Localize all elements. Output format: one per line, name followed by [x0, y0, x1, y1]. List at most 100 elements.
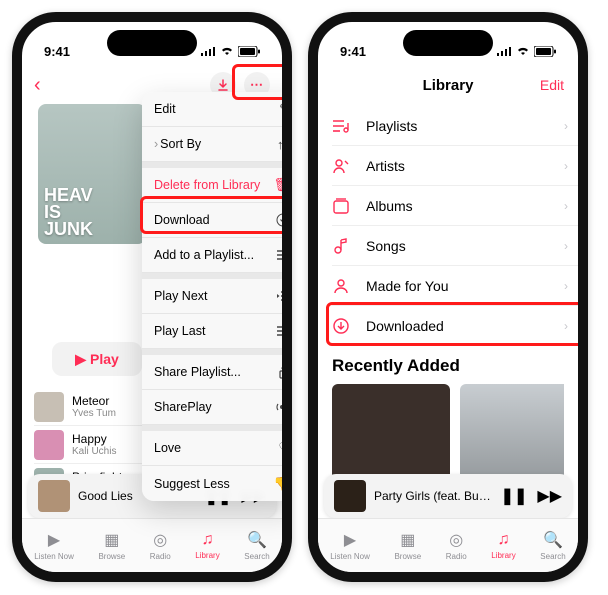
wifi-icon: [516, 46, 530, 56]
chevron-right-icon: ›: [564, 119, 568, 133]
play-next-icon: [276, 290, 290, 302]
tab-radio[interactable]: ◎Radio: [150, 530, 171, 561]
now-playing-title: Party Girls (feat. Buju Banto...: [374, 489, 493, 503]
library-icon: ♫: [201, 531, 213, 549]
menu-love[interactable]: Love ♡: [142, 431, 292, 466]
library-label: Artists: [366, 158, 550, 174]
now-playing-thumb: [38, 480, 70, 512]
menu-share-playlist[interactable]: Share Playlist...: [142, 355, 292, 390]
library-list: Playlists › Artists › Albums ›: [318, 104, 578, 346]
library-row-albums[interactable]: Albums ›: [332, 186, 578, 226]
tab-library[interactable]: ♫Library: [491, 531, 515, 560]
sort-icon: ↑↓: [277, 137, 290, 152]
menu-label: Love: [154, 441, 181, 455]
menu-label: Edit: [154, 102, 176, 116]
page-title: Library: [423, 77, 474, 94]
song-icon: [332, 237, 352, 255]
shareplay-icon: [274, 401, 290, 413]
status-time: 9:41: [340, 44, 366, 59]
signal-icon: [201, 46, 216, 56]
play-icon: ▶: [75, 351, 86, 368]
menu-play-last[interactable]: Play Last: [142, 314, 292, 349]
chevron-right-icon: ›: [564, 199, 568, 213]
share-icon: [278, 365, 290, 379]
tab-library[interactable]: ♫Library: [195, 531, 219, 560]
library-label: Albums: [366, 198, 550, 214]
menu-add-playlist[interactable]: Add to a Playlist...: [142, 238, 292, 273]
heart-icon: ♡: [278, 440, 290, 456]
tab-search[interactable]: 🔍Search: [540, 530, 565, 561]
library-row-made-for-you[interactable]: Made for You ›: [332, 266, 578, 306]
album-artwork[interactable]: HEAV IS JUNK: [38, 104, 146, 244]
menu-label: SharePlay: [154, 400, 212, 414]
menu-label: Sort By: [160, 137, 201, 151]
tab-listen-now[interactable]: ▶Listen Now: [330, 530, 370, 561]
menu-label: Play Last: [154, 324, 205, 338]
menu-download[interactable]: Download: [142, 203, 292, 238]
song-thumb: [34, 430, 64, 460]
chevron-right-icon: ›: [564, 319, 568, 333]
menu-suggest-less[interactable]: Suggest Less 👎: [142, 466, 292, 501]
back-chevron-icon[interactable]: ‹: [34, 74, 41, 97]
battery-icon: [238, 46, 260, 57]
status-time: 9:41: [44, 44, 70, 59]
playlist-icon: [332, 118, 352, 134]
song-thumb: [34, 392, 64, 422]
now-playing-thumb: [334, 480, 366, 512]
trash-icon: 🗑: [273, 177, 290, 193]
radio-icon: ◎: [449, 530, 463, 550]
pencil-icon: ✎: [279, 101, 290, 117]
tab-browse[interactable]: ▦Browse: [98, 530, 125, 561]
now-playing-bar[interactable]: Party Girls (feat. Buju Banto... ❚❚ ▶▶: [324, 474, 572, 518]
phone-right: 9:41 Library Edit Playlists ›: [308, 12, 588, 582]
tab-bar: ▶Listen Now ▦Browse ◎Radio ♫Library 🔍Sea…: [318, 518, 578, 572]
library-row-artists[interactable]: Artists ›: [332, 146, 578, 186]
dynamic-island: [107, 30, 197, 56]
edit-button[interactable]: Edit: [540, 77, 564, 93]
download-circle-icon: [276, 213, 290, 227]
grid-icon: ▦: [400, 530, 415, 550]
dynamic-island: [403, 30, 493, 56]
signal-icon: [497, 46, 512, 56]
library-row-downloaded[interactable]: Downloaded ›: [332, 306, 578, 346]
artist-icon: [332, 157, 352, 175]
library-row-songs[interactable]: Songs ›: [332, 226, 578, 266]
downloaded-icon: [332, 317, 352, 335]
battery-icon: [534, 46, 556, 57]
tab-browse[interactable]: ▦Browse: [394, 530, 421, 561]
play-last-icon: [276, 325, 290, 337]
play-button[interactable]: ▶ Play: [52, 342, 142, 376]
play-circle-icon: ▶: [344, 530, 356, 550]
menu-play-next[interactable]: Play Next: [142, 279, 292, 314]
tab-radio[interactable]: ◎Radio: [446, 530, 467, 561]
library-label: Songs: [366, 238, 550, 254]
library-label: Made for You: [366, 278, 550, 294]
chevron-right-icon: ›: [564, 279, 568, 293]
pause-icon[interactable]: ❚❚: [501, 486, 528, 506]
playlist-add-icon: [276, 249, 290, 261]
phone-left: 9:41 ‹ ⋯: [12, 12, 292, 582]
library-label: Playlists: [366, 118, 550, 134]
menu-label: Download: [154, 213, 210, 227]
person-icon: [332, 277, 352, 295]
menu-shareplay[interactable]: SharePlay: [142, 390, 292, 425]
library-header: Library Edit: [318, 66, 578, 104]
play-label: Play: [90, 351, 119, 367]
album-icon: [332, 197, 352, 215]
library-label: Downloaded: [366, 318, 550, 334]
radio-icon: ◎: [153, 530, 167, 550]
tab-listen-now[interactable]: ▶Listen Now: [34, 530, 74, 561]
wifi-icon: [220, 46, 234, 56]
menu-edit[interactable]: Edit ✎: [142, 92, 292, 127]
menu-delete[interactable]: Delete from Library 🗑: [142, 168, 292, 203]
forward-icon[interactable]: ▶▶: [537, 486, 562, 506]
menu-sort-by[interactable]: ›Sort By ↑↓: [142, 127, 292, 162]
context-menu: Edit ✎ ›Sort By ↑↓ Delete from Library 🗑…: [142, 92, 292, 501]
library-row-playlists[interactable]: Playlists ›: [332, 106, 578, 146]
tab-search[interactable]: 🔍Search: [244, 530, 269, 561]
play-circle-icon: ▶: [48, 530, 60, 550]
tab-bar: ▶Listen Now ▦Browse ◎Radio ♫Library 🔍Sea…: [22, 518, 282, 572]
thumbs-down-icon: 👎: [274, 476, 290, 492]
search-icon: 🔍: [543, 530, 563, 550]
section-title: Recently Added: [332, 356, 564, 376]
